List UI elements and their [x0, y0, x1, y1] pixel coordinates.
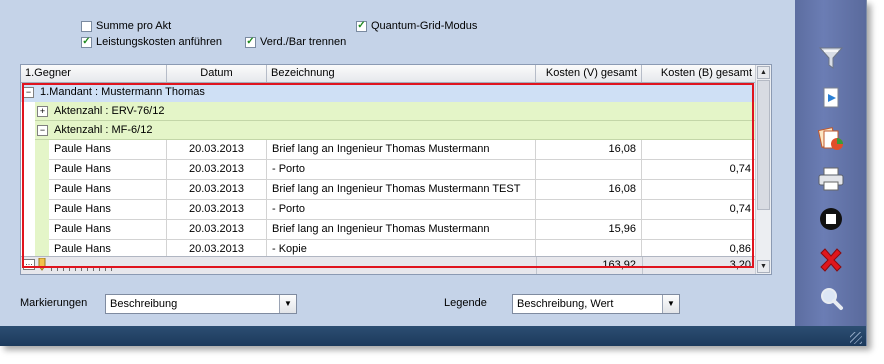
- cell-gegner: Paule Hans: [49, 140, 167, 159]
- cell-kosten-v: 15,96: [536, 220, 642, 239]
- scroll-up-icon[interactable]: ▲: [757, 66, 770, 79]
- collapse-icon[interactable]: −: [37, 124, 48, 136]
- delete-icon[interactable]: [817, 246, 845, 274]
- search-icon[interactable]: [817, 285, 845, 313]
- cell-kosten-v: [536, 160, 642, 179]
- akt-group-label: Aktenzahl : MF-6/12: [54, 124, 153, 136]
- leistungskosten-checkbox[interactable]: ✓ Leistungskosten anführen: [81, 36, 222, 48]
- cell-bezeichnung: Brief lang an Ingenieur Thomas Musterman…: [267, 140, 536, 159]
- filter-icon[interactable]: [817, 44, 845, 72]
- scroll-down-icon[interactable]: ▼: [757, 260, 770, 273]
- leistungskosten-box[interactable]: ✓: [81, 36, 92, 48]
- report-icon[interactable]: [817, 125, 845, 153]
- mandant-label: 1.Mandant : Mustermann Thomas: [40, 86, 205, 98]
- cell-datum: 20.03.2013: [167, 160, 267, 179]
- stop-icon[interactable]: [817, 205, 845, 233]
- cell-kosten-v: 16,08: [536, 180, 642, 199]
- verd-bar-label: Verd./Bar trennen: [260, 36, 347, 48]
- column-header-kosten-v[interactable]: Kosten (V) gesamt: [536, 65, 642, 82]
- cell-kosten-b: [642, 140, 757, 159]
- legende-value: Beschreibung, Wert: [517, 298, 614, 310]
- chevron-down-icon[interactable]: ▼: [662, 295, 679, 313]
- main-window: Summe pro Akt ✓ Leistungskosten anführen…: [0, 0, 867, 346]
- summe-pro-akt-label: Summe pro Akt: [96, 20, 172, 32]
- table-row[interactable]: Paule Hans 20.03.2013 - Porto 0,74: [49, 160, 757, 180]
- right-toolbar: [795, 0, 866, 326]
- cell-gegner: Paule Hans: [49, 200, 167, 219]
- grid-vertical-scrollbar[interactable]: ▲ ▼: [755, 65, 771, 274]
- quantum-grid-checkbox[interactable]: ✓ Quantum-Grid-Modus: [356, 20, 477, 32]
- cell-datum: 20.03.2013: [167, 200, 267, 219]
- status-bar: [0, 326, 866, 346]
- summe-pro-akt-checkbox[interactable]: Summe pro Akt: [81, 20, 171, 32]
- cell-kosten-b: [642, 220, 757, 239]
- cell-datum: 20.03.2013: [167, 220, 267, 239]
- cell-datum: 20.03.2013: [167, 180, 267, 199]
- chevron-down-icon[interactable]: ▼: [279, 295, 296, 313]
- resize-grip-icon[interactable]: [850, 332, 862, 344]
- summe-pro-akt-box[interactable]: [81, 20, 92, 32]
- leistungskosten-label: Leistungskosten anführen: [96, 36, 222, 48]
- pencil-icon[interactable]: [37, 257, 47, 271]
- table-row[interactable]: Paule Hans 20.03.2013 - Porto 0,74: [49, 200, 757, 220]
- cell-bezeichnung: - Porto: [267, 200, 536, 219]
- print-icon[interactable]: [817, 165, 845, 193]
- verd-bar-checkbox[interactable]: ✓ Verd./Bar trennen: [245, 36, 346, 48]
- column-header-datum[interactable]: Datum: [167, 65, 267, 82]
- quantum-grid-label: Quantum-Grid-Modus: [371, 20, 478, 32]
- column-ruler: [51, 267, 117, 271]
- markierungen-label: Markierungen: [20, 297, 88, 309]
- table-row[interactable]: Paule Hans 20.03.2013 Brief lang an Inge…: [49, 140, 757, 160]
- group-indent-bar: [35, 140, 49, 260]
- legende-label: Legende: [444, 297, 487, 309]
- legende-dropdown[interactable]: Beschreibung, Wert ▼: [512, 294, 680, 314]
- expand-icon[interactable]: +: [37, 105, 48, 117]
- cell-bezeichnung: Brief lang an Ingenieur Thomas Musterman…: [267, 220, 536, 239]
- akt-group-label: Aktenzahl : ERV-76/12: [54, 105, 165, 117]
- cell-kosten-v: [536, 200, 642, 219]
- cell-kosten-b: 0,74: [642, 160, 757, 179]
- footer-menu-icon[interactable]: …: [23, 259, 35, 270]
- export-icon[interactable]: [817, 84, 845, 112]
- cell-bezeichnung: - Porto: [267, 160, 536, 179]
- cell-kosten-v: 16,08: [536, 140, 642, 159]
- table-row[interactable]: Paule Hans 20.03.2013 Brief lang an Inge…: [49, 180, 757, 200]
- table-row[interactable]: Paule Hans 20.03.2013 Brief lang an Inge…: [49, 220, 757, 240]
- markierungen-value: Beschreibung: [110, 298, 178, 310]
- cell-gegner: Paule Hans: [49, 220, 167, 239]
- markierungen-dropdown[interactable]: Beschreibung ▼: [105, 294, 297, 314]
- column-header-kosten-b[interactable]: Kosten (B) gesamt: [642, 65, 757, 82]
- akt-group-row[interactable]: + Aktenzahl : ERV-76/12: [35, 102, 757, 121]
- collapse-icon[interactable]: −: [23, 86, 34, 98]
- cell-kosten-b: 0,74: [642, 200, 757, 219]
- cell-kosten-b: [642, 180, 757, 199]
- cell-gegner: Paule Hans: [49, 180, 167, 199]
- cell-gegner: Paule Hans: [49, 160, 167, 179]
- column-header-bezeichnung[interactable]: Bezeichnung: [267, 65, 536, 82]
- sum-kosten-b: 3,20: [642, 257, 757, 274]
- cost-grid[interactable]: 1.Gegner Datum Bezeichnung Kosten (V) ge…: [20, 64, 772, 275]
- grid-header: 1.Gegner Datum Bezeichnung Kosten (V) ge…: [21, 65, 757, 83]
- quantum-grid-box[interactable]: ✓: [356, 20, 367, 32]
- cell-bezeichnung: Brief lang an Ingenieur Thomas Musterman…: [267, 180, 536, 199]
- scroll-thumb[interactable]: [757, 80, 770, 210]
- verd-bar-box[interactable]: ✓: [245, 36, 256, 48]
- sum-kosten-v: 163,92: [536, 257, 642, 274]
- mandant-group-row[interactable]: −1.Mandant : Mustermann Thomas: [21, 83, 757, 102]
- grid-footer: … 163,92 3,20: [21, 256, 757, 274]
- akt-group-row[interactable]: − Aktenzahl : MF-6/12: [35, 121, 757, 140]
- column-header-gegner[interactable]: 1.Gegner: [21, 65, 167, 82]
- cell-datum: 20.03.2013: [167, 140, 267, 159]
